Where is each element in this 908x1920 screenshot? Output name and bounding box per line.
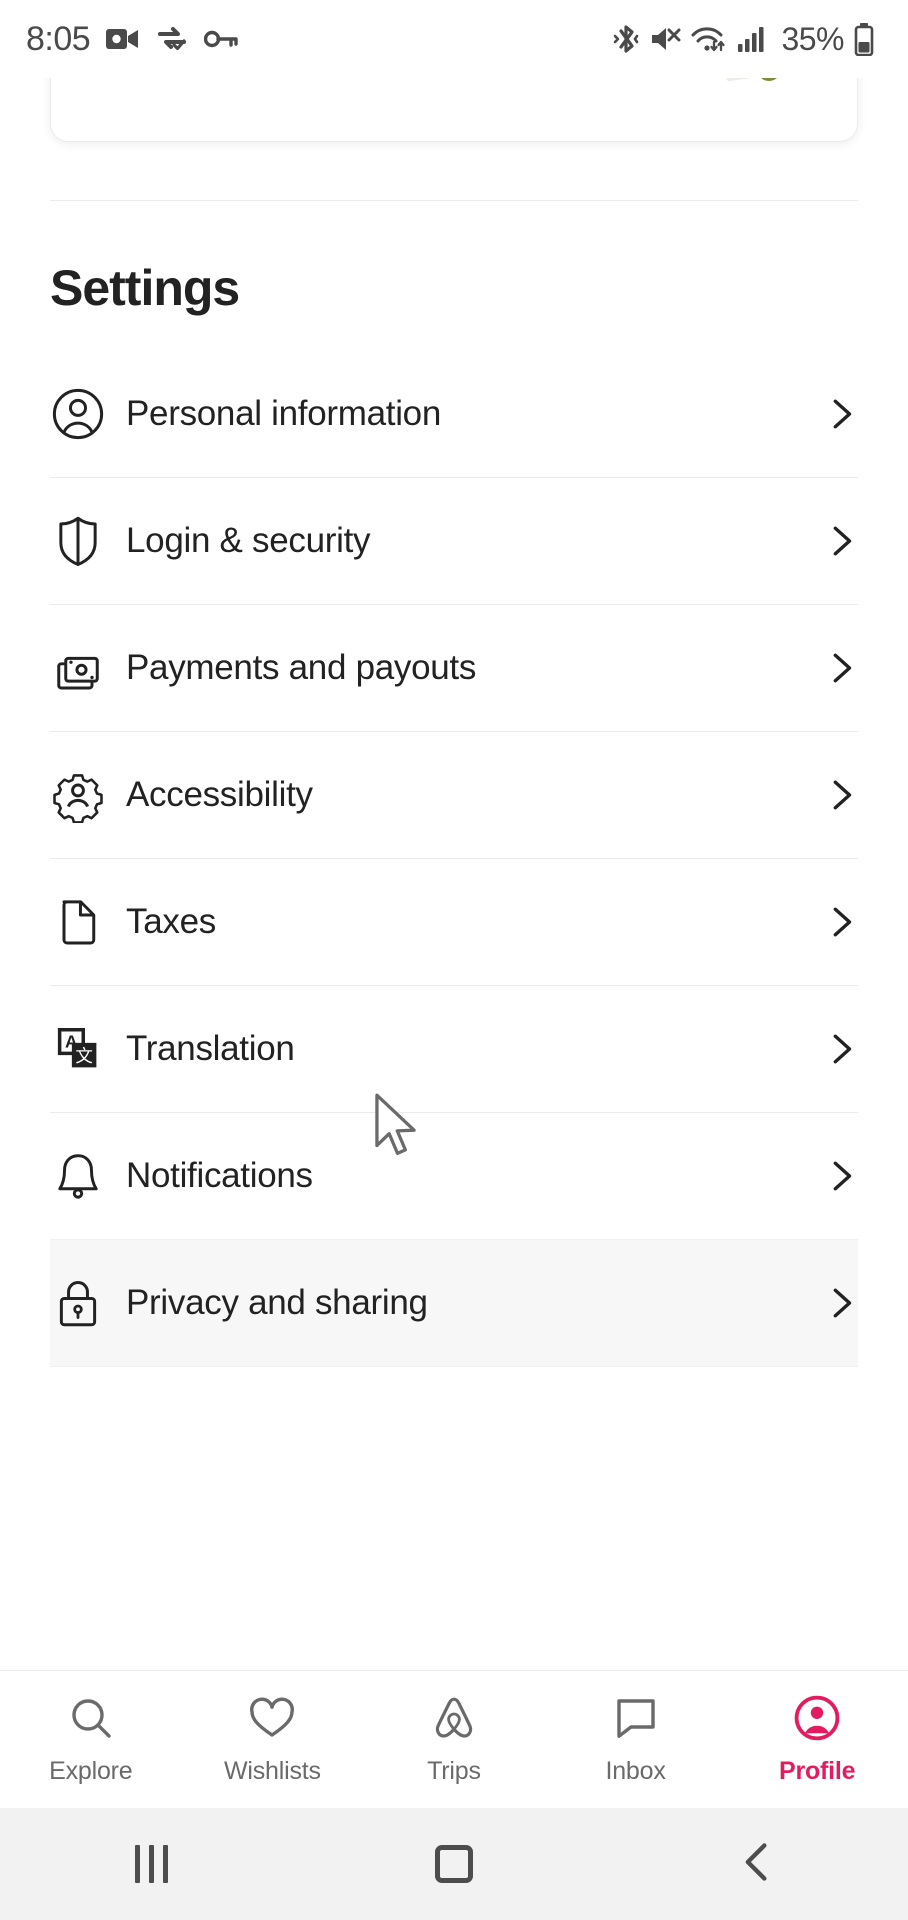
- settings-row-login-security[interactable]: Login & security: [50, 478, 858, 604]
- status-bar-right: 35%: [613, 21, 874, 58]
- tab-label: Profile: [778, 1756, 856, 1785]
- settings-list: Personal information Login & security Pa…: [50, 351, 858, 1370]
- phone-screen: 8:05 35% Settings Personal information L…: [0, 0, 908, 1920]
- document-icon: [50, 894, 126, 950]
- tab-explore[interactable]: Explore: [0, 1694, 182, 1786]
- banknotes-icon: [50, 640, 126, 696]
- tab-label: Trips: [427, 1756, 481, 1785]
- status-bar-clock: 8:05: [26, 19, 91, 58]
- settings-row-label: Personal information: [126, 394, 441, 433]
- translate-icon: A 文: [50, 1021, 126, 1077]
- home-button[interactable]: [303, 1845, 606, 1883]
- status-bar-left: 8:05: [26, 20, 238, 59]
- chevron-right-icon: [818, 905, 858, 939]
- chevron-right-icon: [818, 1032, 858, 1066]
- tab-label: Inbox: [605, 1756, 666, 1785]
- settings-row-label: Translation: [126, 1029, 295, 1068]
- battery-icon: [854, 23, 874, 56]
- settings-row-label: Accessibility: [126, 775, 313, 814]
- heart-icon: [248, 1694, 296, 1747]
- airbnb-belo-icon: [430, 1694, 478, 1747]
- settings-row-accessibility[interactable]: Accessibility: [50, 732, 858, 858]
- back-icon: [735, 1840, 779, 1889]
- settings-row-taxes[interactable]: Taxes: [50, 859, 858, 985]
- settings-row-notifications[interactable]: Notifications: [50, 1113, 858, 1239]
- cellular-signal-icon: [738, 27, 764, 52]
- lock-icon: [50, 1275, 126, 1331]
- settings-row-label: Payments and payouts: [126, 648, 477, 687]
- settings-row-travel-for-work[interactable]: Travel for work: [50, 1367, 858, 1370]
- chevron-right-icon: [818, 397, 858, 431]
- tab-inbox[interactable]: Inbox: [545, 1694, 727, 1786]
- message-icon: [612, 1694, 660, 1747]
- bluetooth-icon: [614, 25, 639, 53]
- chevron-right-icon: [818, 524, 858, 558]
- user-circle-icon: [50, 386, 126, 442]
- volume-muted-icon: [652, 28, 681, 50]
- svg-text:文: 文: [75, 1047, 93, 1067]
- battery-percent-label: 35%: [781, 20, 844, 57]
- bell-icon: [50, 1148, 126, 1204]
- settings-row-translation[interactable]: A 文 Translation: [50, 986, 858, 1112]
- profile-circle-icon: [793, 1694, 841, 1747]
- search-icon: [67, 1694, 115, 1747]
- wifi-icon: [691, 27, 726, 52]
- tab-label: Explore: [49, 1756, 133, 1785]
- scroll-content[interactable]: Start earning! Settings: [0, 78, 908, 1370]
- promo-card-illustration: [697, 78, 817, 83]
- status-bar: 8:05 35%: [0, 0, 908, 78]
- bottom-tab-bar: Explore Wishlists Trips Inbox Profile: [0, 1670, 908, 1808]
- settings-row-label: Login & security: [126, 521, 371, 560]
- settings-heading: Settings: [50, 260, 240, 316]
- settings-row-privacy-and-sharing[interactable]: Privacy and sharing: [50, 1240, 858, 1366]
- promo-card[interactable]: Start earning!: [50, 78, 858, 142]
- key-icon: [204, 30, 238, 48]
- back-button[interactable]: [605, 1840, 908, 1889]
- sync-check-icon: [158, 27, 187, 51]
- recents-button[interactable]: [0, 1845, 303, 1883]
- settings-row-payments-and-payouts[interactable]: Payments and payouts: [50, 605, 858, 731]
- chevron-right-icon: [818, 1286, 858, 1320]
- android-nav-bar: [0, 1808, 908, 1920]
- home-icon: [435, 1845, 473, 1883]
- settings-row-label: Notifications: [126, 1156, 313, 1195]
- settings-row-label: Taxes: [126, 902, 216, 941]
- shield-icon: [50, 513, 126, 569]
- settings-row-label: Privacy and sharing: [126, 1283, 428, 1322]
- tab-profile[interactable]: Profile: [726, 1694, 908, 1786]
- chevron-right-icon: [818, 778, 858, 812]
- chevron-right-icon: [818, 1159, 858, 1193]
- chevron-right-icon: [818, 651, 858, 685]
- tab-wishlists[interactable]: Wishlists: [182, 1694, 364, 1786]
- tab-trips[interactable]: Trips: [363, 1694, 545, 1786]
- promo-card-clipped[interactable]: Start earning!: [0, 78, 908, 178]
- settings-row-personal-information[interactable]: Personal information: [50, 351, 858, 477]
- promo-leaf-shape: [757, 78, 781, 81]
- tab-label: Wishlists: [223, 1756, 321, 1785]
- video-camera-icon: [106, 29, 139, 49]
- recents-icon: [134, 1845, 168, 1883]
- gear-person-icon: [50, 767, 126, 823]
